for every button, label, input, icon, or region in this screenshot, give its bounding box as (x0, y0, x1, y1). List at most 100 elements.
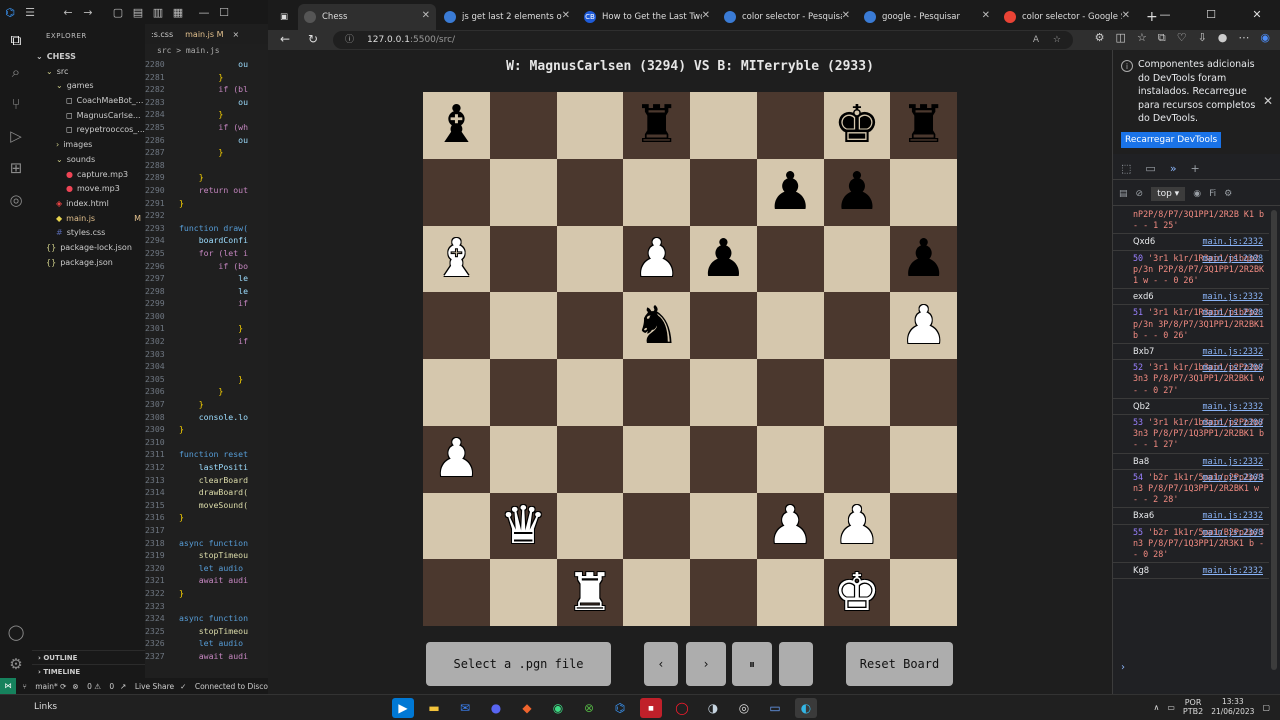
white-pawn-icon[interactable]: ♟ (834, 500, 881, 552)
board-square[interactable] (423, 359, 490, 426)
board-square[interactable] (556, 225, 624, 293)
tree-item[interactable]: ◻ MagnusCarlse... (32, 109, 145, 124)
tree-item[interactable]: ◻ reypetrooccos_... (32, 123, 145, 138)
board-square[interactable] (623, 425, 690, 493)
taskbar-label[interactable]: Links (34, 702, 57, 712)
problems-status[interactable]: ⊗ 0 ⚠ 0 (72, 682, 114, 691)
console-source-link[interactable]: main.js:2332 (1202, 401, 1263, 412)
white-king-icon[interactable]: ♚ (834, 567, 881, 619)
tab-close-icon[interactable]: ✕ (702, 10, 710, 21)
android-icon[interactable]: ◉ (547, 698, 569, 718)
info-icon[interactable]: ⓘ (345, 31, 354, 49)
console-source-link[interactable]: main.js:2308 (1202, 307, 1263, 318)
board-square[interactable] (489, 559, 557, 626)
board-square[interactable] (489, 425, 557, 493)
console-source-link[interactable]: main.js:2332 (1202, 565, 1263, 576)
white-rook-icon[interactable]: ♜ (567, 567, 614, 619)
board-square[interactable]: ♟ (756, 492, 824, 560)
black-pawn-icon[interactable]: ♟ (700, 233, 747, 285)
board-square[interactable]: ♞ (623, 292, 690, 359)
app-red-icon[interactable]: ■ (640, 698, 662, 718)
favorites-icon[interactable]: ☆ (1137, 31, 1147, 45)
console-source-link[interactable]: main.js:2308 (1202, 253, 1263, 264)
board-square[interactable]: ♟ (890, 225, 957, 293)
url-field[interactable]: ⓘ 127.0.0.1:5500/src/ A ☆ (333, 31, 1073, 49)
xbox-icon[interactable]: ⊗ (578, 698, 600, 718)
tree-item[interactable]: ◆ main.js M (32, 212, 145, 227)
board-square[interactable] (423, 492, 490, 560)
board-square[interactable] (756, 92, 824, 159)
read-aloud-icon[interactable]: A (1033, 31, 1039, 49)
board-square[interactable] (823, 425, 891, 493)
minimize-window-icon[interactable]: — (1142, 0, 1188, 30)
favorite-star-icon[interactable]: ☆ (1053, 31, 1061, 49)
settings-gear-icon[interactable]: ⚙ (0, 648, 32, 680)
customize-layout-icon[interactable]: ▦ (168, 6, 188, 19)
profile-avatar[interactable]: ● (1218, 31, 1228, 45)
white-bishop-icon[interactable]: ♝ (433, 233, 480, 285)
discord-icon[interactable]: ● (485, 698, 507, 718)
back-icon[interactable]: ← (280, 32, 290, 46)
board-square[interactable] (756, 425, 824, 493)
white-queen-icon[interactable]: ♛ (500, 500, 547, 552)
black-king-icon[interactable]: ♚ (834, 99, 881, 151)
clock[interactable]: 13:33 21/06/2023 (1211, 697, 1254, 717)
board-square[interactable] (890, 359, 957, 426)
console-source-link[interactable]: main.js:2308 (1202, 362, 1263, 373)
branch-status[interactable]: ⑂ main* ⟳ (22, 682, 66, 691)
console-source-link[interactable]: main.js:2332 (1202, 456, 1263, 467)
board-square[interactable] (623, 158, 690, 226)
board-square[interactable] (690, 425, 757, 493)
tab-close-icon[interactable]: ✕ (562, 10, 570, 21)
board-square[interactable]: ♜ (623, 92, 690, 159)
tree-item[interactable]: # styles.css (32, 226, 145, 241)
board-square[interactable]: ♝ (423, 225, 490, 293)
file-explorer-icon[interactable]: ▬ (423, 698, 445, 718)
board-square[interactable] (690, 292, 757, 359)
browser-tab[interactable]: color selector - Pesquisar ✕ (718, 4, 856, 30)
board-square[interactable] (690, 359, 757, 426)
search-icon[interactable]: ⌕ (0, 56, 32, 88)
opera-icon[interactable]: ◯ (671, 698, 693, 718)
board-square[interactable] (556, 92, 624, 159)
play-button[interactable] (779, 642, 813, 686)
language-indicator[interactable]: POR PTB2 (1183, 698, 1203, 716)
black-pawn-icon[interactable]: ♟ (900, 233, 947, 285)
select-pgn-button[interactable]: Select a .pgn file (426, 642, 611, 686)
board-square[interactable]: ♟ (690, 225, 757, 293)
board-square[interactable] (756, 359, 824, 426)
downloads-icon[interactable]: ⇩ (1198, 31, 1207, 45)
clear-console-icon[interactable]: ⊘ (1136, 189, 1144, 199)
explorer-icon[interactable]: ⧉ (0, 24, 32, 56)
console-source-link[interactable]: main.js:2332 (1202, 236, 1263, 247)
board-square[interactable]: ♟ (823, 158, 891, 226)
console-source-link[interactable]: main.js:2332 (1202, 346, 1263, 357)
tab-close-icon[interactable]: ✕ (1122, 10, 1130, 21)
black-pawn-icon[interactable]: ♟ (834, 166, 881, 218)
board-square[interactable]: ♛ (489, 492, 557, 560)
board-square[interactable] (623, 492, 690, 560)
board-square[interactable] (756, 559, 824, 626)
board-square[interactable] (489, 92, 557, 159)
board-square[interactable]: ♟ (623, 225, 690, 293)
tab-main-js[interactable]: main.js M (179, 28, 230, 44)
board-square[interactable]: ♜ (890, 92, 957, 159)
board-square[interactable] (556, 292, 624, 359)
board-square[interactable]: ♟ (423, 425, 490, 493)
board-square[interactable] (823, 225, 891, 293)
console-prompt[interactable]: › (1121, 662, 1125, 673)
outline-section[interactable]: › OUTLINE (32, 650, 145, 664)
next-move-button[interactable]: › (686, 642, 726, 686)
performance-icon[interactable]: ♡ (1177, 31, 1187, 45)
account-icon[interactable]: ◯ (0, 616, 32, 648)
live-share-status[interactable]: ↗ Live Share (120, 682, 174, 691)
nav-back-icon[interactable]: ← (58, 6, 78, 19)
tree-item[interactable]: {} package-lock.json (32, 241, 145, 256)
remote-icon[interactable]: ◎ (0, 184, 32, 216)
console-source-link[interactable]: main.js:2332 (1202, 510, 1263, 521)
network-icon[interactable]: ▭ (1167, 703, 1175, 712)
tree-item[interactable]: ⌄ CHESS (32, 50, 145, 65)
panel-icon[interactable]: ▤ (128, 6, 148, 19)
extensions-icon[interactable]: ⊞ (0, 152, 32, 184)
board-square[interactable] (423, 292, 490, 359)
